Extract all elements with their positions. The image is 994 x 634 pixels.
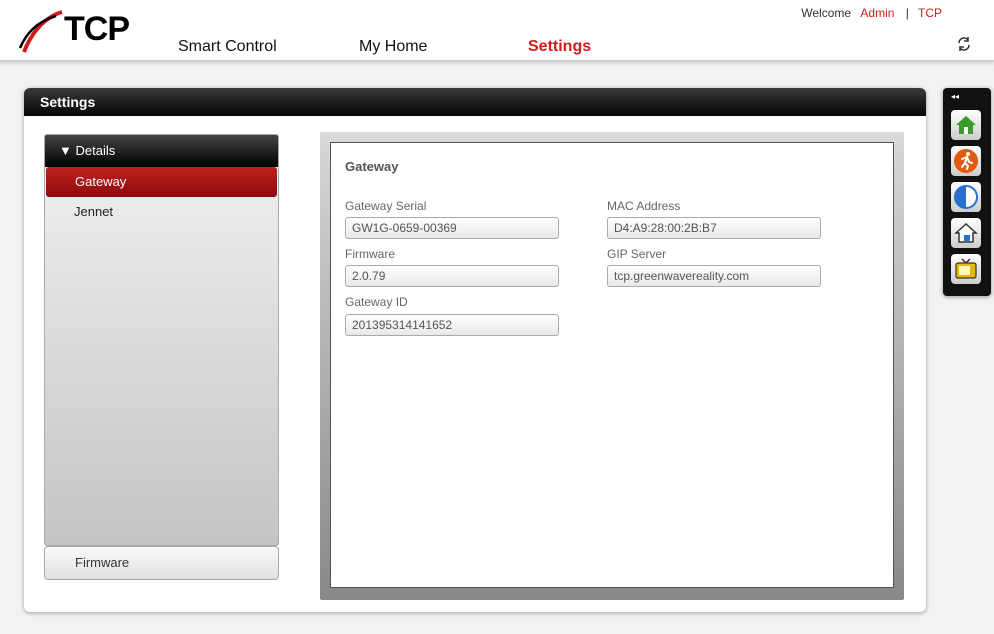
nav-my-home[interactable]: My Home: [359, 38, 427, 56]
scene-button[interactable]: [951, 146, 981, 176]
logo-text: TCP: [64, 10, 130, 48]
refresh-icon[interactable]: [956, 36, 972, 52]
sidebar-item-gateway[interactable]: Gateway: [46, 167, 277, 197]
gateway-serial-label: Gateway Serial: [345, 199, 427, 213]
panel-title: Settings: [24, 88, 926, 116]
gateway-serial-field[interactable]: GW1G-0659-00369: [345, 217, 559, 239]
running-man-icon: [954, 149, 978, 173]
firmware-field[interactable]: 2.0.79: [345, 265, 559, 287]
account-link[interactable]: TCP: [918, 6, 942, 20]
top-header: TCP Welcome Admin | TCP Smart Control My…: [0, 0, 994, 62]
nav-smart-control[interactable]: Smart Control: [178, 38, 277, 56]
gateway-title: Gateway: [345, 159, 399, 174]
mac-address-field[interactable]: D4:A9:28:00:2B:B7: [607, 217, 821, 239]
details-sidebar: ▼ Details Gateway Jennet: [44, 134, 279, 546]
home-button[interactable]: [951, 110, 981, 140]
firmware-label: Firmware: [345, 247, 395, 261]
home-icon: [956, 116, 976, 134]
media-button[interactable]: [951, 254, 981, 284]
half-moon-icon: [954, 185, 978, 209]
logo-swoosh-icon: [18, 10, 63, 53]
user-link[interactable]: Admin: [860, 6, 894, 20]
settings-panel: Settings ▼ Details Gateway Jennet Firmwa…: [24, 88, 926, 612]
tv-icon: [955, 258, 977, 279]
sidebar-item-jennet[interactable]: Jennet: [45, 197, 278, 227]
house-button[interactable]: [951, 218, 981, 248]
gateway-details: Gateway Gateway Serial GW1G-0659-00369 M…: [330, 142, 894, 588]
gip-server-field[interactable]: tcp.greenwavereality.com: [607, 265, 821, 287]
welcome-bar: Welcome Admin | TCP: [801, 6, 942, 20]
separator: |: [905, 6, 909, 20]
gateway-id-field[interactable]: 201395314141652: [345, 314, 559, 336]
night-button[interactable]: [951, 182, 981, 212]
mac-address-label: MAC Address: [607, 199, 681, 213]
welcome-label: Welcome: [801, 6, 852, 20]
quick-dock: ◂◂: [943, 88, 991, 296]
dock-collapse-icon[interactable]: ◂◂: [951, 92, 959, 101]
gateway-content-frame: Gateway Gateway Serial GW1G-0659-00369 M…: [320, 132, 904, 600]
firmware-button[interactable]: Firmware: [44, 546, 279, 580]
tcp-logo[interactable]: TCP: [16, 8, 136, 54]
gateway-id-label: Gateway ID: [345, 295, 408, 309]
gip-server-label: GIP Server: [607, 247, 667, 261]
nav-settings[interactable]: Settings: [528, 38, 591, 56]
house-outline-icon: [954, 222, 978, 243]
details-section-toggle[interactable]: ▼ Details: [45, 135, 278, 167]
